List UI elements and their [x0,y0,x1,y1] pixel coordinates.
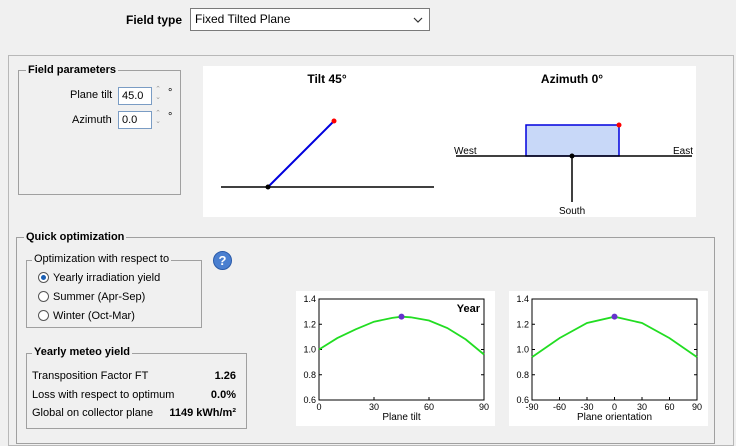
x-tick-label: 90 [692,402,702,412]
tilt-pivot-dot [265,184,271,190]
chart-title: Year [457,303,481,315]
tilt-plane-line [267,120,335,188]
field-type-label: Field type [126,13,183,27]
y-tick-label: 0.8 [516,370,529,380]
y-tick-label: 1.0 [303,345,316,355]
radio-summer-label[interactable]: Summer (Apr-Sep) [53,291,145,303]
chevron-down-icon[interactable] [413,13,423,27]
plane-tilt-label: Plane tilt [70,89,113,101]
orientation-chart-panel: 0.6 0.8 1.0 1.2 1.4 -90 -60 -30 0 30 60 90 Plane ori… [509,291,708,426]
y-tick-label: 1.2 [516,319,529,329]
azimuth-plane-rect [525,124,620,157]
x-tick-label: -30 [580,402,593,412]
yield-curve-line [531,315,698,358]
west-label: West [454,146,477,157]
radio-yearly-label[interactable]: Yearly irradiation yield [53,272,160,284]
meteo-title: Yearly meteo yield [32,346,132,358]
y-tick-label: 0.6 [303,395,316,405]
orientation-diagram-panel: Tilt 45° Azimuth 0° West East South [203,66,696,217]
y-tick-label: 0.8 [303,370,316,380]
east-label: East [673,146,693,157]
azimuth-center-dot [569,153,575,159]
x-axis-label: Plane orientation [577,412,652,423]
x-tick-label: 90 [479,402,489,412]
x-tick-label: -90 [525,402,538,412]
global-value: 1149 kWh/m² [169,407,236,419]
radio-winter[interactable] [38,310,49,321]
y-tick-label: 1.4 [516,294,529,304]
yield-curve-line [318,315,485,356]
x-tick-label: 0 [612,402,617,412]
x-tick-label: 0 [316,402,321,412]
radio-winter-label[interactable]: Winter (Oct-Mar) [53,310,135,322]
global-label: Global on collector plane [32,407,154,419]
azimuth-corner-dot [616,122,622,128]
loss-value: 0.0% [210,389,236,401]
tilt-unit: ° [168,87,173,99]
ft-value: 1.26 [214,370,236,382]
x-tick-label: 30 [369,402,379,412]
azimuth-unit: ° [168,111,173,123]
ft-label: Transposition Factor FT [32,370,149,382]
x-tick-label: 60 [424,402,434,412]
azimuth-diagram-title: Azimuth 0° [541,72,603,86]
tilt-tip-dot [331,118,337,124]
plane-tilt-input[interactable]: 45.0 [118,87,152,105]
field-type-value: Fixed Tilted Plane [195,12,291,26]
x-tick-label: 30 [637,402,647,412]
y-tick-label: 1.2 [303,319,316,329]
quick-opt-title: Quick optimization [24,231,127,243]
y-tick-label: 1.0 [516,345,529,355]
field-type-select[interactable]: Fixed Tilted Plane [190,8,430,31]
x-axis-label: Plane tilt [382,412,421,423]
azimuth-label: Azimuth [72,114,112,126]
optimum-marker [398,313,405,320]
south-label: South [559,206,585,217]
opt-respect-title: Optimization with respect to [32,253,172,265]
tilt-spinner-icon[interactable]: ⌃ ⌄ [154,86,162,102]
field-params-title: Field parameters [26,64,119,76]
optimum-marker [611,313,618,320]
radio-summer[interactable] [38,291,49,302]
x-tick-label: 60 [664,402,674,412]
x-tick-label: -60 [553,402,566,412]
tilt-chart-panel: 0.6 0.8 1.0 1.2 1.4 0 30 60 90 Year Plane tilt [296,291,495,426]
help-icon[interactable]: ? [213,251,232,270]
radio-yearly[interactable] [38,272,49,283]
y-tick-label: 1.4 [303,294,316,304]
azimuth-spinner-icon[interactable]: ⌃ ⌄ [154,110,162,126]
azimuth-input[interactable]: 0.0 [118,111,152,129]
tilt-diagram-title: Tilt 45° [307,72,346,86]
